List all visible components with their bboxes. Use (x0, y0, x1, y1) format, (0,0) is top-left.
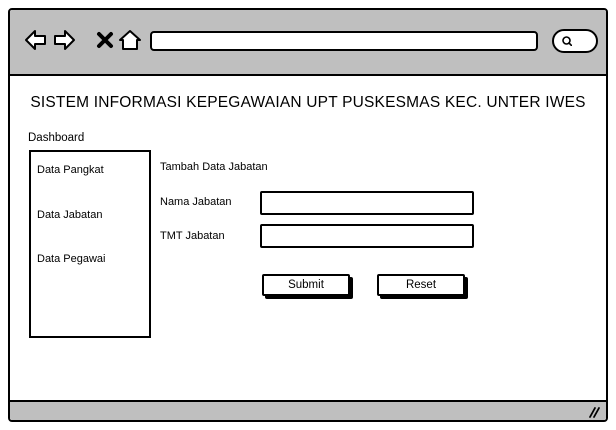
sidebar-item-data-pangkat[interactable]: Data Pangkat (37, 164, 104, 176)
arrow-left-icon[interactable] (24, 28, 48, 52)
browser-toolbar (10, 10, 606, 76)
sidebar-item-data-jabatan[interactable]: Data Jabatan (37, 209, 102, 221)
sidebar: Data Pangkat Data Jabatan Data Pegawai (29, 150, 151, 338)
resize-grip-icon[interactable] (588, 406, 600, 418)
address-bar[interactable] (150, 31, 538, 51)
submit-button[interactable]: Submit (262, 274, 350, 296)
close-icon[interactable] (94, 28, 118, 52)
tmt-jabatan-label: TMT Jabatan (160, 230, 225, 242)
browser-window: SISTEM INFORMASI KEPEGAWAIAN UPT PUSKESM… (8, 8, 608, 422)
search-button[interactable] (552, 29, 598, 53)
breadcrumb-dashboard[interactable]: Dashboard (28, 132, 84, 144)
arrow-right-icon[interactable] (52, 28, 76, 52)
search-icon (562, 36, 572, 46)
tmt-jabatan-input[interactable] (260, 224, 474, 248)
form-title: Tambah Data Jabatan (160, 161, 268, 173)
home-icon[interactable] (118, 28, 142, 52)
sidebar-item-data-pegawai[interactable]: Data Pegawai (37, 253, 106, 265)
nama-jabatan-label: Nama Jabatan (160, 196, 232, 208)
page-title: SISTEM INFORMASI KEPEGAWAIAN UPT PUSKESM… (30, 94, 586, 111)
nama-jabatan-input[interactable] (260, 191, 474, 215)
status-bar (10, 400, 606, 420)
reset-button[interactable]: Reset (377, 274, 465, 296)
